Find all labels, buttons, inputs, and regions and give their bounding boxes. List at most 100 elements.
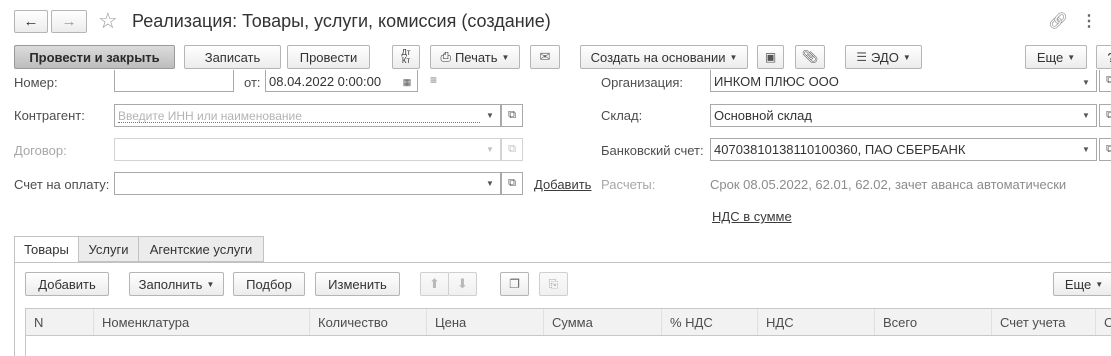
create-based-on-button[interactable]: Создать на основании ▼ <box>580 45 748 69</box>
table-change-button[interactable]: Изменить <box>315 272 400 296</box>
tab-agent-services-label: Агентские услуги <box>149 241 253 257</box>
paperclip-icon: 📎︎ <box>801 49 819 64</box>
post-and-close-label: Провести и закрыть <box>29 49 160 65</box>
contractor-placeholder: Введите ИНН или наименование <box>118 109 302 123</box>
arrow-right-icon: → <box>61 13 77 30</box>
column-header-price[interactable]: Цена <box>427 309 544 335</box>
invoice-open-button[interactable]: ⧉ <box>501 172 523 195</box>
edo-button[interactable]: ☰ ЭДО ▼ <box>845 45 922 69</box>
edo-icon: ☰ <box>856 50 867 64</box>
print-label: Печать <box>454 49 498 65</box>
column-header-nomenclature[interactable]: Номенклатура <box>94 309 310 335</box>
number-label: Номер: <box>14 75 58 90</box>
document-icon[interactable]: ≡ <box>430 73 437 87</box>
structure-button[interactable]: ▣ <box>757 45 784 69</box>
focus-underline <box>118 122 480 123</box>
copy-button[interactable]: ❐ <box>500 272 529 296</box>
column-header-vat-rate[interactable]: % НДС <box>662 309 758 335</box>
contract-label: Договор: <box>14 143 67 158</box>
invoice-label: Счет на оплату: <box>14 177 110 192</box>
chevron-down-icon: ▼ <box>1095 279 1104 289</box>
organization-field[interactable]: ИНКОМ ПЛЮС ООО ▼ <box>710 70 1097 92</box>
tab-services-label: Услуги <box>88 241 129 257</box>
tab-goods[interactable]: Товары <box>14 236 79 263</box>
arrow-down-icon: ⬇︎ <box>457 276 468 291</box>
printer-icon: ⎙ <box>440 49 451 64</box>
column-header-quantity[interactable]: Количество <box>310 309 427 335</box>
table-fill-button[interactable]: Заполнить ▼ <box>129 272 224 296</box>
table-more-label: Еще <box>1064 276 1092 292</box>
dt-kt-button[interactable]: Дт Кт <box>392 45 420 69</box>
contractor-field[interactable]: Введите ИНН или наименование ▼ <box>114 104 501 127</box>
menu-dots-icon[interactable]: ⋮ <box>1081 11 1097 31</box>
warehouse-field[interactable]: Основной склад ▼ <box>710 104 1097 127</box>
tab-services[interactable]: Услуги <box>78 236 139 262</box>
table-add-button[interactable]: Добавить <box>25 272 109 296</box>
favorite-star-icon[interactable]: ☆ <box>98 8 118 34</box>
calendar-icon[interactable]: ▦ <box>397 72 417 91</box>
column-header-sum[interactable]: Сумма <box>544 309 662 335</box>
email-button[interactable]: ✉ <box>530 45 560 69</box>
save-button[interactable]: Записать <box>184 45 281 69</box>
paste-button[interactable]: ⎘ <box>539 272 568 296</box>
chevron-down-icon: ▼ <box>729 52 738 62</box>
edo-label: ЭДО <box>871 49 899 65</box>
more-button[interactable]: Еще ▼ <box>1025 45 1087 69</box>
column-header-n[interactable]: N <box>26 309 94 335</box>
table-add-label: Добавить <box>38 276 96 292</box>
move-up-button[interactable]: ⬆︎ <box>420 272 449 296</box>
form-area: Номер: от: 08.04.2022 0:00:00 ▦ ≡ Органи… <box>0 70 1111 236</box>
bank-account-field[interactable]: 40703810138110100360, ПАО СБЕРБАНК ▼ <box>710 138 1097 161</box>
help-button[interactable]: ? <box>1096 45 1111 69</box>
table-pick-button[interactable]: Подбор <box>233 272 305 296</box>
number-field[interactable] <box>114 70 234 92</box>
tab-agent-services[interactable]: Агентские услуги <box>138 236 264 262</box>
move-down-button[interactable]: ⬇︎ <box>448 272 477 296</box>
help-label: ? <box>1107 50 1111 65</box>
add-invoice-link[interactable]: Добавить <box>534 177 591 192</box>
column-header-vat[interactable]: НДС <box>758 309 875 335</box>
paste-icon: ⎘ <box>548 276 559 291</box>
chevron-down-icon: ▼ <box>486 145 494 154</box>
save-label: Записать <box>204 49 261 65</box>
table-change-label: Изменить <box>328 276 387 292</box>
chevron-down-icon: ▼ <box>1067 52 1076 62</box>
organization-label: Организация: <box>601 75 684 90</box>
print-button[interactable]: ⎙ Печать ▼ <box>430 45 520 69</box>
chevron-down-icon: ▼ <box>902 52 911 62</box>
column-header-account[interactable]: Счет учета <box>992 309 1096 335</box>
contractor-open-button[interactable]: ⧉ <box>501 104 523 127</box>
chevron-down-icon[interactable]: ▼ <box>1076 139 1096 160</box>
arrow-up-icon: ⬆︎ <box>429 276 440 291</box>
contract-field: ▼ <box>114 138 501 161</box>
chevron-down-icon[interactable]: ▼ <box>1076 72 1096 91</box>
chevron-down-icon: ▼ <box>501 52 510 62</box>
back-button[interactable]: ← <box>14 10 48 33</box>
more-label: Еще <box>1036 49 1064 65</box>
settlements-value[interactable]: Срок 08.05.2022, 62.01, 62.02, зачет ава… <box>710 177 1066 192</box>
document-structure-icon: ▣ <box>764 50 777 64</box>
organization-open-button[interactable]: ⧉ <box>1099 70 1111 92</box>
post-and-close-button[interactable]: Провести и закрыть <box>14 45 175 69</box>
chevron-down-icon[interactable]: ▼ <box>480 173 500 194</box>
bank-account-open-button[interactable]: ⧉ <box>1099 138 1111 161</box>
column-header-total[interactable]: Всего <box>875 309 992 335</box>
warehouse-open-button[interactable]: ⧉ <box>1099 104 1111 127</box>
contractor-label: Контрагент: <box>14 108 85 123</box>
chevron-down-icon[interactable]: ▼ <box>1076 105 1096 126</box>
link-icon[interactable]: 🔗︎ <box>1048 11 1068 31</box>
table-body <box>25 336 1111 356</box>
forward-button[interactable]: → <box>51 10 87 33</box>
date-field[interactable]: 08.04.2022 0:00:00 ▦ <box>265 70 418 92</box>
copy-icon: ❐ <box>509 277 520 291</box>
vat-in-sum-link[interactable]: НДС в сумме <box>712 209 792 224</box>
table-more-button[interactable]: Еще ▼ <box>1053 272 1111 296</box>
table-fill-label: Заполнить <box>138 276 203 292</box>
chevron-down-icon[interactable]: ▼ <box>480 105 500 126</box>
post-label: Провести <box>299 49 358 65</box>
column-header-extra[interactable]: С <box>1096 309 1111 335</box>
attach-button[interactable]: 📎︎ <box>795 45 825 69</box>
arrow-left-icon: ← <box>23 13 39 30</box>
invoice-field[interactable]: ▼ <box>114 172 501 195</box>
post-button[interactable]: Провести <box>287 45 370 69</box>
